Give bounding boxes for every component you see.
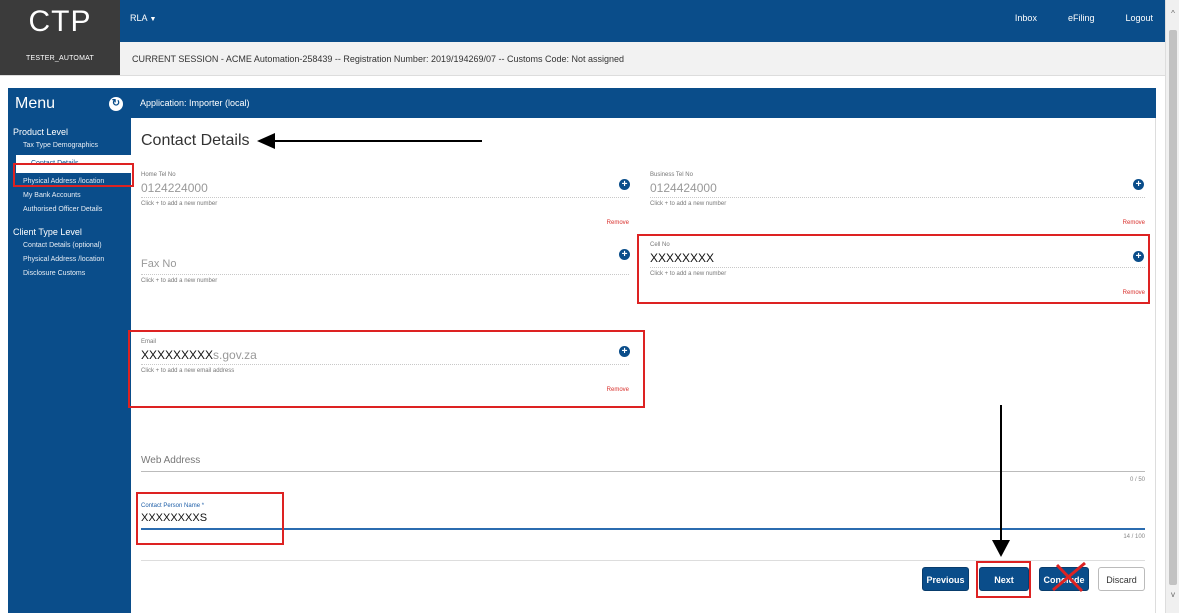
add-email-plus-icon[interactable]: + xyxy=(619,346,630,357)
business-tel-underline xyxy=(650,197,1145,198)
email-hint: Click + to add a new email address xyxy=(141,368,235,374)
home-tel-underline xyxy=(141,197,629,198)
web-address-field: Web Address 0 / 50 xyxy=(141,455,1145,483)
fax-input[interactable]: Fax No xyxy=(141,258,629,272)
cell-underline xyxy=(650,267,1145,268)
nav-links: Inbox eFiling Logout xyxy=(1015,13,1153,23)
add-cell-plus-icon[interactable]: + xyxy=(1133,251,1144,262)
sidebar-item-client-physical-address[interactable]: Physical Address /location xyxy=(8,253,131,267)
previous-button[interactable]: Previous xyxy=(922,567,969,591)
footer-divider xyxy=(141,560,1145,561)
add-home-tel-plus-icon[interactable]: + xyxy=(619,179,630,190)
sidebar-section-client-type-level: Client Type Level xyxy=(13,227,82,237)
scroll-down-icon[interactable]: v xyxy=(1166,590,1179,599)
arrow-left-icon xyxy=(257,133,275,149)
sidebar-item-contact-details[interactable]: Contact Details xyxy=(16,155,131,173)
rla-label: RLA xyxy=(130,13,148,23)
sidebar-section-product-level: Product Level xyxy=(13,127,69,137)
cell-input[interactable]: XXXXXXXX xyxy=(650,251,1145,265)
business-tel-hint: Click + to add a new number xyxy=(650,201,727,207)
nav-inbox-link[interactable]: Inbox xyxy=(1015,13,1037,23)
web-address-underline xyxy=(141,471,1145,472)
menu-header: Menu ↻ xyxy=(8,88,131,120)
email-input[interactable]: XXXXXXXXXs.gov.za xyxy=(141,348,629,362)
cell-hint: Click + to add a new number xyxy=(650,271,727,277)
annotation-arrow-line-title xyxy=(270,140,482,142)
contact-person-counter: 14 / 100 xyxy=(1123,534,1145,540)
scroll-thumb[interactable] xyxy=(1169,30,1177,585)
business-tel-field: Business Tel No 0124424000 Click + to ad… xyxy=(650,172,1145,226)
session-bar: TESTER_AUTOMAT CURRENT SESSION - ACME Au… xyxy=(0,42,1165,76)
cross-out-icon xyxy=(1052,561,1086,593)
email-field: Email XXXXXXXXXs.gov.za Click + to add a… xyxy=(141,339,629,393)
email-remove-link[interactable]: Remove xyxy=(607,387,629,393)
sidebar-item-disclosure-customs[interactable]: Disclosure Customs xyxy=(8,267,131,281)
nav-efiling-link[interactable]: eFiling xyxy=(1068,13,1095,23)
application-header: Application: Importer (local) xyxy=(131,88,1156,118)
web-address-input[interactable]: Web Address xyxy=(141,455,1145,466)
contact-person-underline xyxy=(141,528,1145,530)
sidebar-item-my-bank-accounts[interactable]: My Bank Accounts xyxy=(8,189,131,203)
sidebar-item-tax-type-demographics[interactable]: Tax Type Demographics xyxy=(8,139,131,153)
current-user: TESTER_AUTOMAT xyxy=(0,42,120,75)
navbar: RLA ▼ Inbox eFiling Logout xyxy=(120,0,1165,42)
contact-person-label: Contact Person Name * xyxy=(141,503,205,509)
contact-details-panel: Contact Details Home Tel No 0124224000 C… xyxy=(131,118,1156,613)
arrow-down-icon xyxy=(992,540,1010,557)
business-tel-remove-link[interactable]: Remove xyxy=(1123,220,1145,226)
caret-down-icon: ▼ xyxy=(149,16,157,23)
fax-hint: Click + to add a new number xyxy=(141,278,218,284)
email-label: Email xyxy=(141,339,157,345)
menu-title: Menu xyxy=(15,95,56,112)
fax-field: Fax No Click + to add a new number xyxy=(141,255,629,284)
contact-person-field: Contact Person Name * XXXXXXXXS 14 / 100 xyxy=(141,503,1145,540)
email-underline xyxy=(141,364,629,365)
refresh-icon[interactable]: ↻ xyxy=(109,97,123,111)
email-domain-part: s.gov.za xyxy=(213,348,257,362)
sidebar-item-contact-details-optional[interactable]: Contact Details (optional) xyxy=(8,239,131,253)
home-tel-input[interactable]: 0124224000 xyxy=(141,181,629,195)
nav-logout-link[interactable]: Logout xyxy=(1125,13,1153,23)
vertical-scrollbar[interactable]: ^ v xyxy=(1165,0,1179,613)
contact-person-input[interactable]: XXXXXXXXS xyxy=(141,512,1145,526)
add-business-tel-plus-icon[interactable]: + xyxy=(1133,179,1144,190)
sidebar-menu: Menu ↻ Product Level Tax Type Demographi… xyxy=(8,88,131,613)
home-tel-hint: Click + to add a new number xyxy=(141,201,218,207)
web-address-counter: 0 / 50 xyxy=(1129,477,1145,483)
home-tel-remove-link[interactable]: Remove xyxy=(607,220,629,226)
business-tel-input[interactable]: 0124424000 xyxy=(650,181,1145,195)
cell-label: Cell No xyxy=(650,242,670,248)
page-title: Contact Details xyxy=(141,132,250,149)
next-button[interactable]: Next xyxy=(979,567,1029,591)
session-info: CURRENT SESSION - ACME Automation-258439… xyxy=(120,42,1165,75)
top-bar: CTP RLA ▼ Inbox eFiling Logout xyxy=(0,0,1165,42)
cell-field: Cell No XXXXXXXX Click + to add a new nu… xyxy=(650,242,1145,296)
email-masked-part: XXXXXXXXX xyxy=(141,348,214,362)
add-fax-plus-icon[interactable]: + xyxy=(619,249,630,260)
scroll-up-icon[interactable]: ^ xyxy=(1166,9,1179,18)
sidebar-item-authorised-officer[interactable]: Authorised Officer Details xyxy=(8,203,131,217)
discard-button[interactable]: Discard xyxy=(1098,567,1145,591)
home-tel-label: Home Tel No xyxy=(141,172,176,178)
cell-remove-link[interactable]: Remove xyxy=(1123,290,1145,296)
business-tel-label: Business Tel No xyxy=(650,172,693,178)
rla-dropdown[interactable]: RLA ▼ xyxy=(130,13,156,23)
sidebar-item-physical-address[interactable]: Physical Address /location xyxy=(8,175,131,189)
home-tel-field: Home Tel No 0124224000 Click + to add a … xyxy=(141,172,629,226)
annotation-arrow-line-next xyxy=(1000,405,1002,545)
brand-logo: CTP xyxy=(0,0,120,42)
fax-underline xyxy=(141,274,629,275)
